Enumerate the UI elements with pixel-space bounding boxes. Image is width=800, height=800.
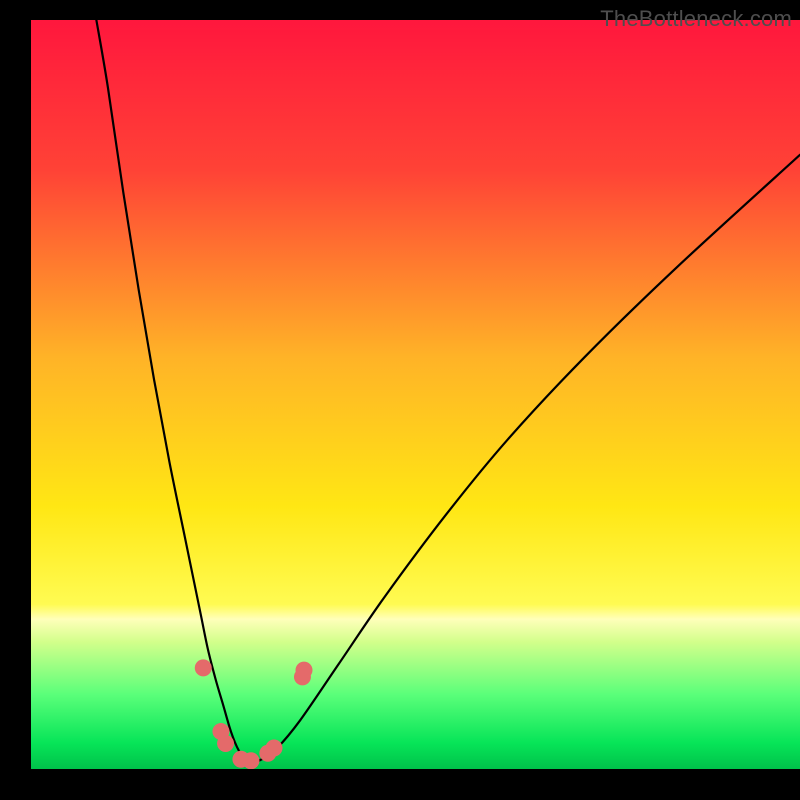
bottleneck-chart <box>31 0 800 769</box>
curve-point <box>295 662 312 679</box>
gradient-background <box>31 20 800 769</box>
curve-point <box>217 735 234 752</box>
curve-point <box>242 752 259 769</box>
curve-point <box>266 740 283 757</box>
watermark-text: TheBottleneck.com <box>600 6 792 32</box>
curve-point <box>195 659 212 676</box>
chart-frame: TheBottleneck.com <box>31 0 800 769</box>
